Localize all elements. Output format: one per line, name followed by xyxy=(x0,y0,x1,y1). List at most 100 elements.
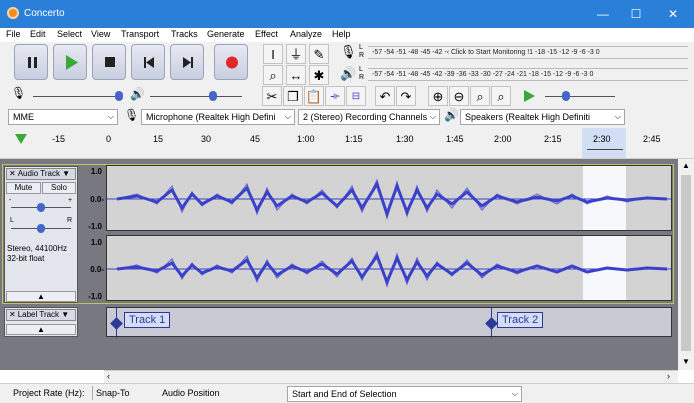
menu-file[interactable]: File xyxy=(6,29,21,39)
scroll-down-icon[interactable]: ▼ xyxy=(682,357,690,366)
mute-button[interactable]: Mute xyxy=(6,182,41,194)
multi-tool-icon[interactable]: ✱ xyxy=(309,65,329,85)
input-device-select[interactable]: Microphone (Realtek High Defini ⌵ xyxy=(141,109,295,125)
timeline-options-icon[interactable] xyxy=(15,133,27,145)
selection-mode-select[interactable]: Start and End of Selection ⌵ xyxy=(287,386,522,402)
collapse-track-button[interactable]: ▲ xyxy=(6,291,76,302)
trim-audio-icon[interactable]: ⟛ xyxy=(325,86,345,106)
menu-generate[interactable]: Generate xyxy=(207,29,245,39)
cut-icon[interactable]: ✂ xyxy=(262,86,282,106)
record-meter-right-label: R xyxy=(359,52,365,59)
recording-volume-thumb[interactable] xyxy=(115,91,123,101)
menu-effect[interactable]: Effect xyxy=(255,29,278,39)
title-bar: Concerto — ☐ ✕ xyxy=(0,0,694,28)
collapse-label-track-button[interactable]: ▲ xyxy=(6,324,76,335)
record-meter[interactable]: -57 -54 -51 -48 -45 -42 -‹ Click to Star… xyxy=(368,46,688,59)
audio-position-label: Audio Position xyxy=(162,388,220,398)
label-track-area[interactable]: Track 1 Track 2 xyxy=(106,307,672,338)
waveform-left-svg xyxy=(107,178,671,221)
zoom-in-icon[interactable]: ⊕ xyxy=(428,86,448,106)
speaker-icon[interactable]: 🔊 xyxy=(340,66,356,82)
menu-transport[interactable]: Transport xyxy=(121,29,159,39)
close-button[interactable]: ✕ xyxy=(655,0,691,28)
window-title: Concerto xyxy=(24,8,65,19)
silence-audio-icon[interactable]: ⊟ xyxy=(346,86,366,106)
vertical-scale-bottom: -1.0 xyxy=(88,222,102,231)
menu-help[interactable]: Help xyxy=(332,29,351,39)
time-shift-tool-icon[interactable]: ↔ xyxy=(286,65,306,85)
input-device-icon: 🎙 xyxy=(124,108,140,122)
selection-tool-icon[interactable]: I xyxy=(263,44,283,64)
fit-selection-icon[interactable]: ⌕ xyxy=(470,86,490,106)
skip-to-end-button[interactable] xyxy=(170,44,204,80)
audio-track-name: Audio Track xyxy=(17,169,60,178)
label-track-2[interactable]: Track 2 xyxy=(497,312,544,328)
playback-meter[interactable]: -57 -54 -51 -48 -45 -42 -39 -36 -33 -30 … xyxy=(368,68,688,81)
pause-button[interactable] xyxy=(14,44,48,80)
audio-track-control-panel: ✕ Audio Track ▼ Mute Solo - + L R Stereo,… xyxy=(4,166,78,303)
waveform-left-channel[interactable] xyxy=(106,165,672,231)
input-device-value: Microphone (Realtek High Defini xyxy=(146,112,276,122)
playback-volume-slider[interactable] xyxy=(150,96,242,97)
paste-icon[interactable]: 📋 xyxy=(304,86,324,106)
undo-icon[interactable]: ↶ xyxy=(375,86,395,106)
label-track-menu-button[interactable]: ✕ Label Track ▼ xyxy=(6,309,76,321)
zoom-tool-icon[interactable]: ⌕ xyxy=(263,65,283,85)
gain-slider-thumb[interactable] xyxy=(37,203,45,212)
copy-icon[interactable]: ❐ xyxy=(283,86,303,106)
solo-button[interactable]: Solo xyxy=(42,182,76,194)
playback-volume-thumb[interactable] xyxy=(209,91,217,101)
vertical-scrollbar[interactable]: ▲ ▼ xyxy=(678,159,694,370)
recording-volume-slider[interactable] xyxy=(33,96,123,97)
play-speed-slider[interactable] xyxy=(545,96,615,97)
recording-volume-icon: 🎙 xyxy=(11,86,27,100)
scroll-right-icon[interactable]: › xyxy=(667,371,670,381)
play-speed-thumb[interactable] xyxy=(562,91,570,101)
track-sample-format: 32-bit float xyxy=(7,254,45,263)
audio-host-select[interactable]: MME ⌵ xyxy=(8,109,118,125)
ruler-tick: 1:15 xyxy=(345,134,363,144)
project-rate-label: Project Rate (Hz): xyxy=(13,388,85,398)
skip-to-start-icon xyxy=(144,57,154,68)
chevron-down-icon: ⌵ xyxy=(107,112,114,121)
draw-tool-icon[interactable]: ✎ xyxy=(309,44,329,64)
label-track-1[interactable]: Track 1 xyxy=(124,312,171,328)
skip-to-start-button[interactable] xyxy=(131,44,165,80)
output-device-select[interactable]: Speakers (Realtek High Definiti ⌵ xyxy=(460,109,625,125)
redo-icon[interactable]: ↷ xyxy=(396,86,416,106)
vertical-scroll-thumb[interactable] xyxy=(681,175,691,351)
waveform-right-channel[interactable] xyxy=(106,235,672,301)
close-icon[interactable]: ✕ xyxy=(7,310,18,319)
output-device-icon: 🔊 xyxy=(444,108,459,122)
scroll-up-icon[interactable]: ▲ xyxy=(682,161,690,170)
vertical-scale-top: 1.0 xyxy=(90,167,102,176)
envelope-tool-icon[interactable]: ⏚ xyxy=(286,44,306,64)
play-at-speed-button[interactable] xyxy=(522,89,536,103)
label-track-name: Label Track xyxy=(17,310,60,319)
label-marker-handle[interactable] xyxy=(485,317,498,330)
close-icon[interactable]: ✕ xyxy=(7,169,18,178)
minimize-button[interactable]: — xyxy=(585,0,621,28)
menu-analyze[interactable]: Analyze xyxy=(290,29,322,39)
menu-tracks[interactable]: Tracks xyxy=(171,29,198,39)
fit-project-icon[interactable]: ⌕ xyxy=(491,86,511,106)
zoom-out-icon[interactable]: ⊖ xyxy=(449,86,469,106)
stop-button[interactable] xyxy=(92,44,126,80)
recording-channels-select[interactable]: 2 (Stereo) Recording Channels ⌵ xyxy=(298,109,440,125)
timeline-ruler[interactable]: -15 0 15 30 45 1:00 1:15 1:30 1:45 2:00 … xyxy=(0,128,694,158)
record-button[interactable] xyxy=(214,44,248,80)
pan-slider-thumb[interactable] xyxy=(37,224,45,233)
ruler-tick: 1:00 xyxy=(297,134,315,144)
menu-view[interactable]: View xyxy=(91,29,110,39)
maximize-button[interactable]: ☐ xyxy=(618,0,654,28)
horizontal-scrollbar[interactable]: ‹ › xyxy=(104,370,678,383)
menu-select[interactable]: Select xyxy=(57,29,82,39)
microphone-icon[interactable]: 🎙 xyxy=(340,44,357,60)
pan-left-label: L xyxy=(10,217,14,224)
scroll-left-icon[interactable]: ‹ xyxy=(107,371,110,381)
menu-edit[interactable]: Edit xyxy=(30,29,46,39)
play-button[interactable] xyxy=(53,44,87,80)
audio-track-menu-button[interactable]: ✕ Audio Track ▼ xyxy=(6,168,76,180)
playback-volume-icon: 🔊 xyxy=(130,87,145,101)
label-marker-handle[interactable] xyxy=(110,317,123,330)
